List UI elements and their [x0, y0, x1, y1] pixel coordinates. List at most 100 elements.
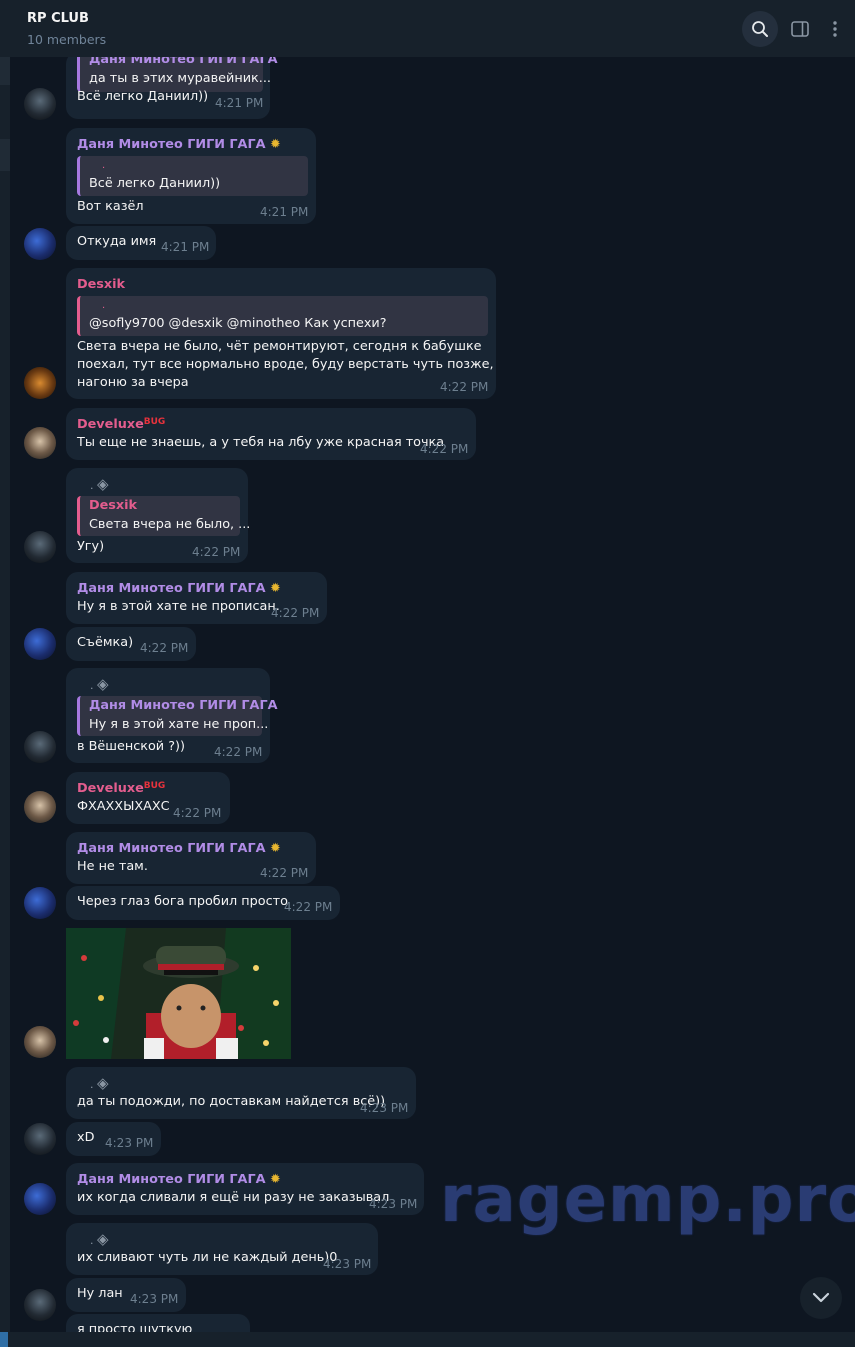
message-bubble[interactable]: DeveluxeBUG ФХАХХЫХАХС 4:22 PM [66, 772, 230, 824]
photo-message[interactable] [66, 928, 291, 1059]
quote-author-mark: . [102, 160, 106, 171]
message-time: 4:22 PM [260, 866, 309, 880]
message-text: Не не там. [77, 859, 148, 874]
message-bubble[interactable]: Даня Минотео ГИГИ ГАГА ✹ Не не там. 4:22… [66, 832, 316, 884]
side-panel-button[interactable] [782, 11, 818, 47]
message-bubble[interactable]: Через глаз бога пробил просто 4:22 PM [66, 886, 340, 920]
message-time: 4:22 PM [140, 641, 189, 655]
message-bubble[interactable]: . ◈ их сливают чуть ли не каждый день)0 … [66, 1223, 378, 1275]
diamond-sticker-icon: ◈ [97, 1230, 109, 1248]
message-text: Всё легко Даниил)) [77, 89, 209, 104]
avatar[interactable] [24, 531, 56, 563]
avatar[interactable] [24, 228, 56, 260]
message-time: 4:22 PM [420, 442, 469, 456]
message-time: 4:22 PM [440, 380, 489, 394]
sender-name[interactable]: . ◈ [90, 475, 109, 493]
message-bubble[interactable]: . ◈ Desxik Света вчера не было, ... Угу)… [66, 468, 250, 563]
palm-emoji-icon: ✹ [270, 841, 281, 856]
sender-name[interactable]: DeveluxeBUG [77, 417, 165, 432]
sender-name[interactable]: Даня Минотео ГИГИ ГАГА ✹ [77, 1172, 281, 1187]
scroll-to-bottom-button[interactable] [800, 1277, 842, 1319]
sender-name-text: . [90, 479, 94, 492]
avatar[interactable] [24, 1289, 56, 1321]
reply-quote[interactable]: Даня Минотео ГИГИ ГАГА Ну я в этой хате … [77, 696, 278, 736]
quote-text: @sofly9700 @desxik @minotheo Как успехи? [89, 316, 387, 331]
quote-author: Даня Минотео ГИГИ ГАГА [89, 57, 278, 67]
message-text: Через глаз бога пробил просто [77, 894, 288, 909]
reply-quote[interactable]: Даня Минотео ГИГИ ГАГА да ты в этих мура… [77, 57, 278, 92]
message-bubble[interactable]: Даня Минотео ГИГИ ГАГА ✹ их когда сливал… [66, 1163, 424, 1215]
sender-name-text: Даня Минотео ГИГИ ГАГА [77, 581, 266, 596]
avatar[interactable] [24, 1123, 56, 1155]
reply-quote[interactable]: . @sofly9700 @desxik @minotheo Как успех… [77, 296, 488, 336]
sender-name-text: . [90, 679, 94, 692]
message-text: я просто шуткую [77, 1322, 193, 1332]
more-button[interactable] [817, 11, 853, 47]
folder-strip [0, 57, 10, 1332]
sender-name[interactable]: . ◈ [90, 675, 109, 693]
sender-name[interactable]: . ◈ [90, 1230, 109, 1248]
sender-name[interactable]: Desxik [77, 277, 125, 292]
message-time: 4:22 PM [284, 900, 333, 914]
avatar[interactable] [24, 367, 56, 399]
chevron-down-icon [812, 1292, 830, 1303]
message-bubble[interactable]: . ◈ да ты подожди, по доставкам найдется… [66, 1067, 416, 1119]
message-text: их сливают чуть ли не каждый день)0 [77, 1250, 338, 1265]
message-bubble[interactable]: я просто шуткую [66, 1314, 250, 1332]
avatar[interactable] [24, 427, 56, 459]
quote-author: Даня Минотео ГИГИ ГАГА [89, 698, 278, 713]
message-bubble[interactable]: DeveluxeBUG Ты еще не знаешь, а у тебя н… [66, 408, 476, 460]
message-bubble[interactable]: Даня Минотео ГИГИ ГАГА ✹ . Всё легко Дан… [66, 128, 316, 224]
diamond-sticker-icon: ◈ [97, 675, 109, 693]
message-bubble[interactable]: . ◈ Даня Минотео ГИГИ ГАГА Ну я в этой х… [66, 668, 278, 763]
avatar[interactable] [24, 1026, 56, 1058]
sender-name[interactable]: Даня Минотео ГИГИ ГАГА ✹ [77, 137, 281, 152]
avatar[interactable] [24, 731, 56, 763]
quote-author: Desxik [89, 498, 138, 513]
sender-name[interactable]: Даня Минотео ГИГИ ГАГА ✹ [77, 581, 281, 596]
avatar[interactable] [24, 1183, 56, 1215]
message-bubble[interactable]: Съёмка) 4:22 PM [66, 627, 196, 661]
chat-header: RP CLUB 10 members [0, 0, 855, 58]
quote-text: да ты в этих муравейник... [89, 71, 271, 86]
search-button[interactable] [742, 11, 778, 47]
reply-quote[interactable]: Desxik Света вчера не было, ... [77, 496, 250, 536]
avatar[interactable] [24, 791, 56, 823]
sender-name[interactable]: DeveluxeBUG [77, 781, 165, 796]
side-panel-icon [791, 21, 809, 37]
message-text: Вот казёл [77, 199, 144, 214]
watermark-logo: ragemp.pro [440, 1163, 855, 1237]
search-icon [752, 21, 768, 37]
sender-name-text: Develuxe [77, 417, 144, 432]
avatar[interactable] [24, 88, 56, 120]
quote-text: Ну я в этой хате не проп... [89, 717, 269, 732]
message-time: 4:21 PM [161, 240, 210, 254]
message-text: Ну лан [77, 1286, 123, 1301]
more-vertical-icon [833, 21, 837, 37]
reply-quote[interactable]: . Всё легко Даниил)) [77, 156, 308, 196]
photo-image [66, 928, 291, 1059]
message-bubble[interactable]: xD 4:23 PM [66, 1122, 161, 1156]
chat-title[interactable]: RP CLUB [27, 11, 89, 26]
quote-text: Всё легко Даниил)) [89, 176, 221, 191]
message-text: Откуда имя [77, 234, 157, 249]
message-bubble[interactable]: Даня Минотео ГИГИ ГАГА ✹ Ну я в этой хат… [66, 572, 327, 624]
message-bubble[interactable]: Desxik . @sofly9700 @desxik @minotheo Ка… [66, 268, 496, 399]
member-count[interactable]: 10 members [27, 32, 106, 47]
message-text-line: поехал, тут все нормально вроде, буду ве… [77, 357, 494, 372]
sender-name[interactable]: Даня Минотео ГИГИ ГАГА ✹ [77, 841, 281, 856]
message-list[interactable]: Даня Минотео ГИГИ ГАГА да ты в этих мура… [10, 57, 855, 1332]
message-bubble[interactable]: Ну лан 4:23 PM [66, 1278, 186, 1312]
message-text: Съёмка) [77, 635, 134, 650]
bug-badge: BUG [143, 417, 166, 427]
avatar[interactable] [24, 887, 56, 919]
folder-strip-item[interactable] [0, 57, 10, 85]
message-time: 4:22 PM [271, 606, 320, 620]
message-bubble[interactable]: Откуда имя 4:21 PM [66, 226, 216, 260]
message-composer[interactable] [0, 1332, 855, 1347]
folder-strip-item[interactable] [0, 139, 10, 171]
sender-name[interactable]: . ◈ [90, 1074, 109, 1092]
palm-emoji-icon: ✹ [270, 1172, 281, 1187]
avatar[interactable] [24, 628, 56, 660]
message-bubble[interactable]: Даня Минотео ГИГИ ГАГА да ты в этих мура… [66, 57, 278, 119]
